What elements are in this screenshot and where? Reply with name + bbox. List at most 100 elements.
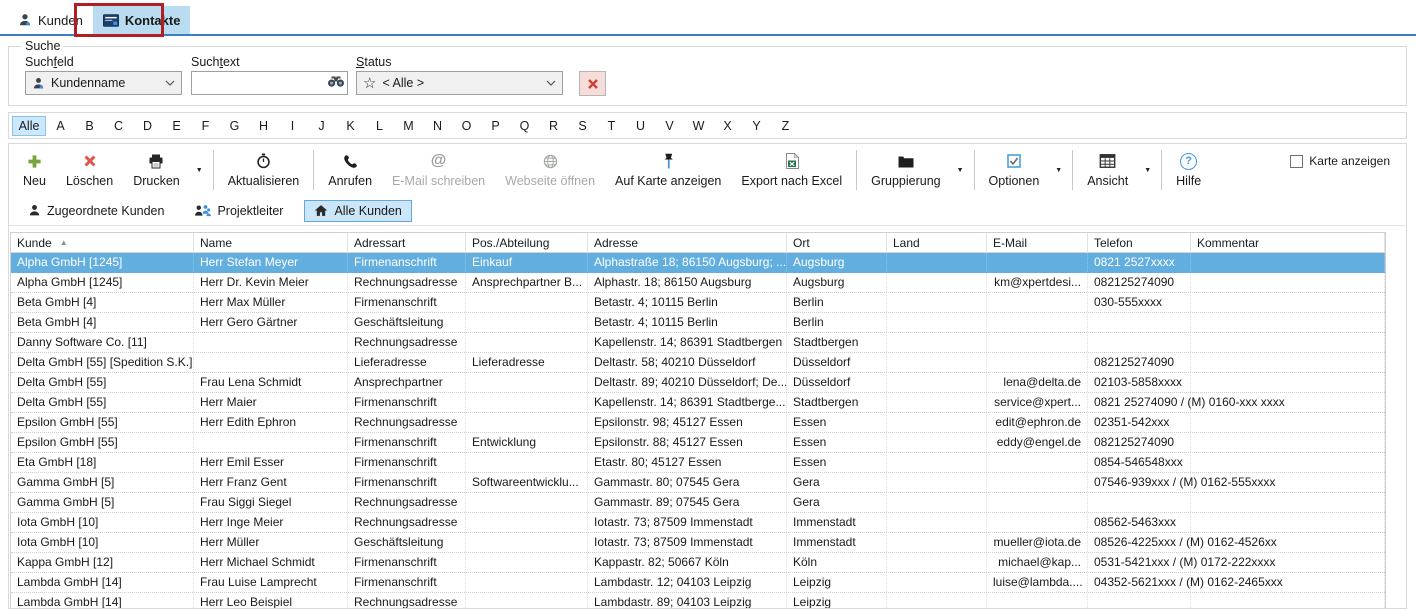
- alphabet-item-c[interactable]: C: [104, 116, 133, 136]
- alphabet-item-b[interactable]: B: [75, 116, 104, 136]
- table-row[interactable]: Gamma GmbH [5]Frau Siggi SiegelRechnungs…: [11, 493, 1385, 513]
- table-cell: [466, 533, 588, 552]
- refresh-button[interactable]: Aktualisieren: [218, 147, 310, 193]
- table-cell: Kappa GmbH [12]: [11, 553, 194, 572]
- alphabet-item-y[interactable]: Y: [742, 116, 771, 136]
- tab-kontakte[interactable]: Kontakte: [93, 6, 191, 34]
- alphabet-item-s[interactable]: S: [568, 116, 597, 136]
- table-row[interactable]: Epsilon GmbH [55]FirmenanschriftEntwickl…: [11, 433, 1385, 453]
- column-header-kommentar[interactable]: Kommentar: [1191, 233, 1385, 252]
- table-row[interactable]: Beta GmbH [4]Herr Gero GärtnerGeschäftsl…: [11, 313, 1385, 333]
- search-field-select[interactable]: Kundenname: [25, 71, 182, 95]
- column-header-ort[interactable]: Ort: [787, 233, 887, 252]
- column-header-kunde[interactable]: Kunde▲: [11, 233, 194, 252]
- alphabet-item-d[interactable]: D: [133, 116, 162, 136]
- column-header-adressart[interactable]: Adressart: [348, 233, 466, 252]
- column-header-land[interactable]: Land: [887, 233, 987, 252]
- column-header-pos-abteilung[interactable]: Pos./Abteilung: [466, 233, 588, 252]
- alphabet-item-e[interactable]: E: [162, 116, 191, 136]
- delete-button[interactable]: Löschen: [56, 147, 123, 193]
- table-cell: [466, 393, 588, 412]
- table-row[interactable]: Beta GmbH [4]Herr Max MüllerFirmenanschr…: [11, 293, 1385, 313]
- table-row[interactable]: Delta GmbH [55] [Spedition S.K.]Lieferad…: [11, 353, 1385, 373]
- table-row[interactable]: Danny Software Co. [11]RechnungsadresseK…: [11, 333, 1385, 353]
- alphabet-item-g[interactable]: G: [220, 116, 249, 136]
- status-select[interactable]: ☆ < Alle >: [356, 71, 563, 95]
- column-header-telefon[interactable]: Telefon: [1088, 233, 1191, 252]
- view-button[interactable]: Ansicht: [1077, 147, 1138, 193]
- alphabet-item-z[interactable]: Z: [771, 116, 800, 136]
- table-row[interactable]: Lambda GmbH [14]Frau Luise LamprechtFirm…: [11, 573, 1385, 593]
- help-button[interactable]: ? Hilfe: [1166, 147, 1211, 193]
- alphabet-item-alle[interactable]: Alle: [12, 116, 46, 136]
- table-cell: edit@ephron.de: [987, 413, 1088, 432]
- alphabet-item-k[interactable]: K: [336, 116, 365, 136]
- table-row[interactable]: Alpha GmbH [1245]Herr Dr. Kevin MeierRec…: [11, 273, 1385, 293]
- alphabet-item-o[interactable]: O: [452, 116, 481, 136]
- table-cell: [987, 353, 1088, 372]
- alphabet-item-i[interactable]: I: [278, 116, 307, 136]
- print-button[interactable]: Drucken: [123, 147, 190, 193]
- options-button[interactable]: Optionen: [979, 147, 1050, 193]
- alphabet-item-l[interactable]: L: [365, 116, 394, 136]
- tab-label: Kontakte: [125, 13, 181, 28]
- table-cell: [987, 453, 1088, 472]
- grouping-button[interactable]: Gruppierung: [861, 147, 951, 193]
- table-cell: Herr Franz Gent: [194, 473, 348, 492]
- table-row[interactable]: Delta GmbH [55]Herr MaierFirmenanschrift…: [11, 393, 1385, 413]
- table-row[interactable]: Kappa GmbH [12]Herr Michael SchmidtFirme…: [11, 553, 1385, 573]
- alphabet-item-j[interactable]: J: [307, 116, 336, 136]
- options-dropdown-arrow[interactable]: ▼: [1049, 147, 1068, 193]
- table-row[interactable]: Lambda GmbH [14]Herr Leo BeispielRechnun…: [11, 593, 1385, 609]
- call-button[interactable]: Anrufen: [318, 147, 382, 193]
- clear-search-button[interactable]: [579, 71, 606, 96]
- table-row[interactable]: Delta GmbH [55]Frau Lena SchmidtAnsprech…: [11, 373, 1385, 393]
- alphabet-item-m[interactable]: M: [394, 116, 423, 136]
- alphabet-item-t[interactable]: T: [597, 116, 626, 136]
- export-excel-button[interactable]: Export nach Excel: [731, 147, 852, 193]
- view-dropdown-arrow[interactable]: ▼: [1138, 147, 1157, 193]
- alphabet-item-p[interactable]: P: [481, 116, 510, 136]
- table-row[interactable]: Eta GmbH [18]Herr Emil EsserFirmenanschr…: [11, 453, 1385, 473]
- table-cell: Frau Siggi Siegel: [194, 493, 348, 512]
- new-button[interactable]: Neu: [13, 147, 56, 193]
- print-dropdown-arrow[interactable]: ▼: [190, 147, 209, 193]
- subtab-projektleiter[interactable]: Projektleiter: [185, 201, 292, 221]
- open-website-button[interactable]: Webseite öffnen: [495, 147, 605, 193]
- column-header-name[interactable]: Name: [194, 233, 348, 252]
- show-map-checkbox[interactable]: Karte anzeigen: [1290, 154, 1390, 168]
- table-cell: Betastr. 4; 10115 Berlin: [588, 293, 787, 312]
- alphabet-item-h[interactable]: H: [249, 116, 278, 136]
- table-row[interactable]: Alpha GmbH [1245]Herr Stefan MeyerFirmen…: [11, 253, 1385, 273]
- search-text-input[interactable]: [191, 71, 348, 95]
- table-cell: Geschäftsleitung: [348, 313, 466, 332]
- stopwatch-icon: [256, 152, 271, 170]
- tab-kunden[interactable]: Kunden: [8, 6, 93, 34]
- show-on-map-button[interactable]: Auf Karte anzeigen: [605, 147, 731, 193]
- table-row[interactable]: Iota GmbH [10]Herr Inge MeierRechnungsad…: [11, 513, 1385, 533]
- table-cell: [1191, 593, 1385, 609]
- alphabet-item-v[interactable]: V: [655, 116, 684, 136]
- subtab-alle-kunden[interactable]: Alle Kunden: [304, 200, 411, 222]
- alphabet-item-r[interactable]: R: [539, 116, 568, 136]
- alphabet-item-u[interactable]: U: [626, 116, 655, 136]
- alphabet-item-x[interactable]: X: [713, 116, 742, 136]
- alphabet-item-q[interactable]: Q: [510, 116, 539, 136]
- excel-icon: [785, 152, 799, 170]
- table-cell: [887, 413, 987, 432]
- table-row[interactable]: Iota GmbH [10]Herr MüllerGeschäftsleitun…: [11, 533, 1385, 553]
- grouping-dropdown-arrow[interactable]: ▼: [951, 147, 970, 193]
- alphabet-item-n[interactable]: N: [423, 116, 452, 136]
- table-cell: Immenstadt: [787, 533, 887, 552]
- table-cell: [194, 433, 348, 452]
- table-cell: [466, 573, 588, 592]
- alphabet-item-a[interactable]: A: [46, 116, 75, 136]
- alphabet-item-w[interactable]: W: [684, 116, 713, 136]
- table-row[interactable]: Epsilon GmbH [55]Herr Edith EphronRechnu…: [11, 413, 1385, 433]
- alphabet-item-f[interactable]: F: [191, 116, 220, 136]
- column-header-adresse[interactable]: Adresse: [588, 233, 787, 252]
- write-email-button[interactable]: @ E-Mail schreiben: [382, 147, 495, 193]
- column-header-e-mail[interactable]: E-Mail: [987, 233, 1088, 252]
- table-row[interactable]: Gamma GmbH [5]Herr Franz GentFirmenansch…: [11, 473, 1385, 493]
- subtab-zugeordnete-kunden[interactable]: Zugeordnete Kunden: [19, 201, 173, 221]
